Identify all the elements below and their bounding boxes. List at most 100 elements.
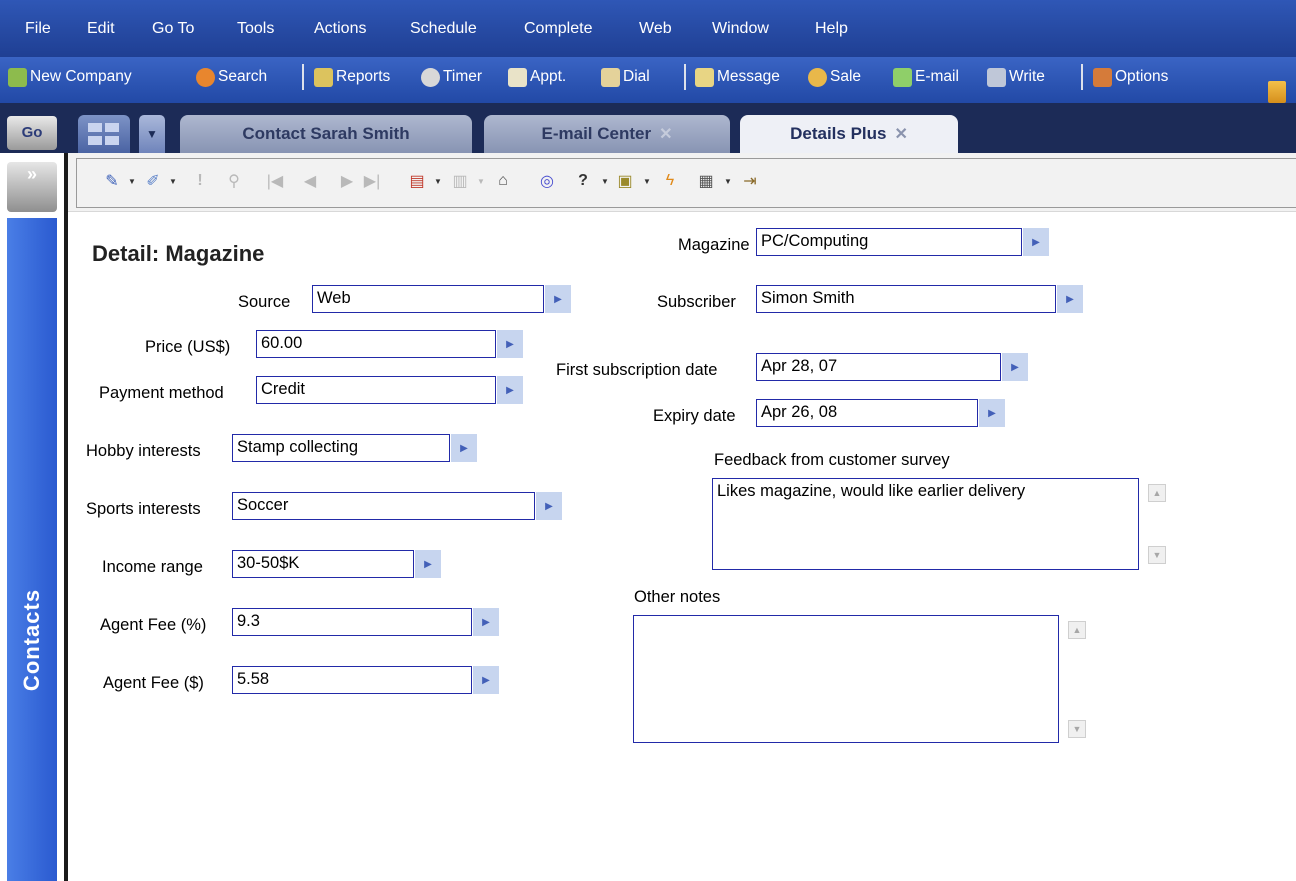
agent-fee-usd-field[interactable]: 5.58 [232,666,472,694]
view-grid-button[interactable] [78,115,130,153]
reports-button[interactable]: Reports [314,60,390,94]
subscriber-field[interactable]: Simon Smith [756,285,1056,313]
tab-details-plus[interactable]: Details Plus ✕ [740,115,958,153]
write-button[interactable]: Write [987,60,1045,94]
web-icon[interactable]: ◎ [534,168,560,194]
tab-contact[interactable]: Contact Sarah Smith [180,115,472,153]
chevron-down-icon[interactable]: ▼ [169,177,177,186]
menu-go-to[interactable]: Go To [152,19,194,39]
scroll-up-icon[interactable]: ▲ [1148,484,1166,502]
agent-fee-usd-dropdown-button[interactable]: ▶ [473,666,499,694]
hobby-interests-dropdown-button[interactable]: ▶ [451,434,477,462]
chevron-right-icon: ▶ [545,500,553,512]
scroll-down-icon[interactable]: ▼ [1068,720,1086,738]
income-range-dropdown-button[interactable]: ▶ [415,550,441,578]
payment-method-field[interactable]: Credit [256,376,496,404]
chevron-right-icon: ▶ [506,384,514,396]
menu-window[interactable]: Window [712,19,769,39]
lightning-icon[interactable]: ϟ [657,168,683,194]
magazine-label: Magazine [678,236,750,254]
columns-icon[interactable]: ▤ [404,168,430,194]
search-button[interactable]: Search [196,60,267,94]
sports-interests-dropdown-button[interactable]: ▶ [536,492,562,520]
chevron-down-icon[interactable]: ▼ [434,177,442,186]
appointment-icon [508,67,527,87]
search-label: Search [218,68,268,85]
tab-label: Details Plus [790,124,887,143]
agent-fee-pct-field[interactable]: 9.3 [232,608,472,636]
subscriber-label: Subscriber [657,293,736,311]
agent-fee-pct-dropdown-button[interactable]: ▶ [473,608,499,636]
expand-panel-button[interactable]: » [7,162,57,212]
run-icon: ⚲ [228,173,240,190]
close-icon[interactable]: ✕ [659,124,672,144]
source-dropdown-button[interactable]: ▶ [545,285,571,313]
sports-interests-field[interactable]: Soccer [232,492,535,520]
edit-icon[interactable]: ✎ [99,168,125,194]
scroll-down-icon[interactable]: ▼ [1148,546,1166,564]
timer-button[interactable]: Timer [421,60,482,94]
other-notes-textarea[interactable] [633,615,1059,743]
sale-button[interactable]: Sale [808,60,861,94]
new-company-button[interactable]: New Company [8,60,132,94]
source-field[interactable]: Web [312,285,544,313]
scroll-up-icon[interactable]: ▲ [1068,621,1086,639]
chevron-right-icon: ▶ [482,674,490,686]
chevron-right-icon: ▶ [424,558,432,570]
chevron-down-icon[interactable]: ▼ [601,177,609,186]
options-button[interactable]: Options [1093,60,1168,94]
chevron-down-icon[interactable]: ▼ [643,177,651,186]
magazine-dropdown-button[interactable]: ▶ [1023,228,1049,256]
menu-edit[interactable]: Edit [87,19,115,39]
chevron-down-icon[interactable]: ▼ [724,177,732,186]
menu-tools[interactable]: Tools [237,19,274,39]
home-icon[interactable]: ⌂ [490,168,516,194]
chevron-right-icon: ▶ [1032,236,1040,248]
exit-icon[interactable]: ⇥ [737,168,763,194]
email-button[interactable]: E-mail [893,60,959,94]
chevron-right-icon: ▶ [554,293,562,305]
price-field[interactable]: 60.00 [256,330,496,358]
document-icon[interactable]: ▣ [612,168,638,194]
expiry-date-field[interactable]: Apr 26, 08 [756,399,978,427]
expiry-date-dropdown-button[interactable]: ▶ [979,399,1005,427]
help-icon[interactable]: ? [570,168,596,194]
dial-icon [601,67,620,87]
first-subscription-date-field[interactable]: Apr 28, 07 [756,353,1001,381]
price-label: Price (US$) [145,338,231,356]
menu-help[interactable]: Help [815,19,848,39]
menu-file[interactable]: File [25,19,51,39]
menu-schedule[interactable]: Schedule [410,19,477,39]
price-dropdown-button[interactable]: ▶ [497,330,523,358]
toolbar-overflow-button[interactable] [1268,81,1286,103]
menu-complete[interactable]: Complete [524,19,592,39]
income-range-field[interactable]: 30-50$K [232,550,414,578]
payment-method-dropdown-button[interactable]: ▶ [497,376,523,404]
feedback-textarea[interactable]: Likes magazine, would like earlier deliv… [712,478,1139,570]
chevron-down-icon: ▼ [146,127,158,141]
menu-actions[interactable]: Actions [314,19,366,39]
menu-bar: File Edit Go To Tools Actions Schedule C… [0,0,1296,57]
tab-dropdown-button[interactable]: ▼ [139,115,165,153]
income-range-label: Income range [102,558,203,576]
tab-email-center[interactable]: E-mail Center ✕ [484,115,730,153]
contacts-nav-bar[interactable] [7,218,57,881]
first-record-icon: |◀ [266,173,284,190]
menu-web[interactable]: Web [639,19,672,39]
first-subscription-date-dropdown-button[interactable]: ▶ [1002,353,1028,381]
appointment-button[interactable]: Appt. [508,60,566,94]
chevron-right-icon: ▶ [506,338,514,350]
wand-icon[interactable]: ✐ [140,168,166,194]
reports-icon [314,67,333,87]
magazine-field[interactable]: PC/Computing [756,228,1022,256]
grid-icon [105,123,119,132]
hobby-interests-field[interactable]: Stamp collecting [232,434,450,462]
dial-button[interactable]: Dial [601,60,650,94]
chevron-down-icon: ▼ [477,177,485,186]
chevron-down-icon[interactable]: ▼ [128,177,136,186]
subscriber-dropdown-button[interactable]: ▶ [1057,285,1083,313]
go-button[interactable]: Go [7,116,57,150]
close-icon[interactable]: ✕ [894,124,907,144]
properties-icon[interactable]: ▦ [693,168,719,194]
message-button[interactable]: Message [695,60,780,94]
